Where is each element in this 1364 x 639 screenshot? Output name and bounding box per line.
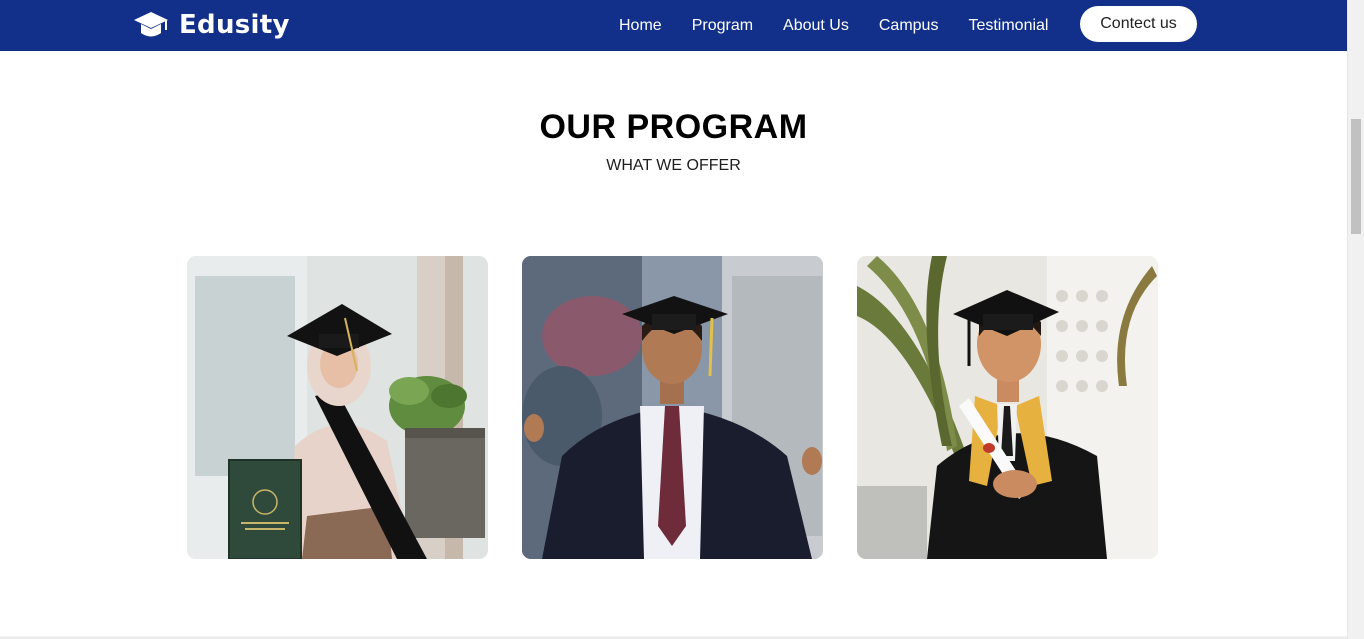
brand-name: Edusity [179, 10, 290, 40]
graduation-cap-icon [134, 12, 168, 37]
nav-menu: Home Program About Us Campus Testimonial [604, 0, 1063, 51]
graduate-man-smiling-photo [522, 256, 823, 559]
program-card-3[interactable] [857, 256, 1158, 559]
contact-us-button[interactable]: Contect us [1080, 6, 1197, 42]
section-title: OUR PROGRAM [539, 108, 808, 146]
program-card-1[interactable] [187, 256, 488, 559]
nav-item-about-us[interactable]: About Us [768, 17, 864, 35]
scrollbar-thumb[interactable] [1351, 119, 1361, 234]
navbar: Edusity Home Program About Us Campus Tes… [0, 0, 1347, 51]
nav-item-testimonial[interactable]: Testimonial [953, 17, 1063, 35]
vertical-scrollbar[interactable] [1347, 0, 1364, 639]
brand-logo[interactable]: Edusity [133, 9, 290, 41]
nav-item-home[interactable]: Home [604, 17, 677, 35]
program-card-2[interactable] [522, 256, 823, 559]
section-subtitle: WHAT WE OFFER [606, 157, 741, 174]
page: Edusity Home Program About Us Campus Tes… [0, 0, 1347, 639]
graduate-woman-with-diploma-photo [187, 256, 488, 559]
nav-item-campus[interactable]: Campus [864, 17, 954, 35]
nav-item-program[interactable]: Program [677, 17, 768, 35]
graduate-man-holding-diploma-photo [857, 256, 1158, 559]
